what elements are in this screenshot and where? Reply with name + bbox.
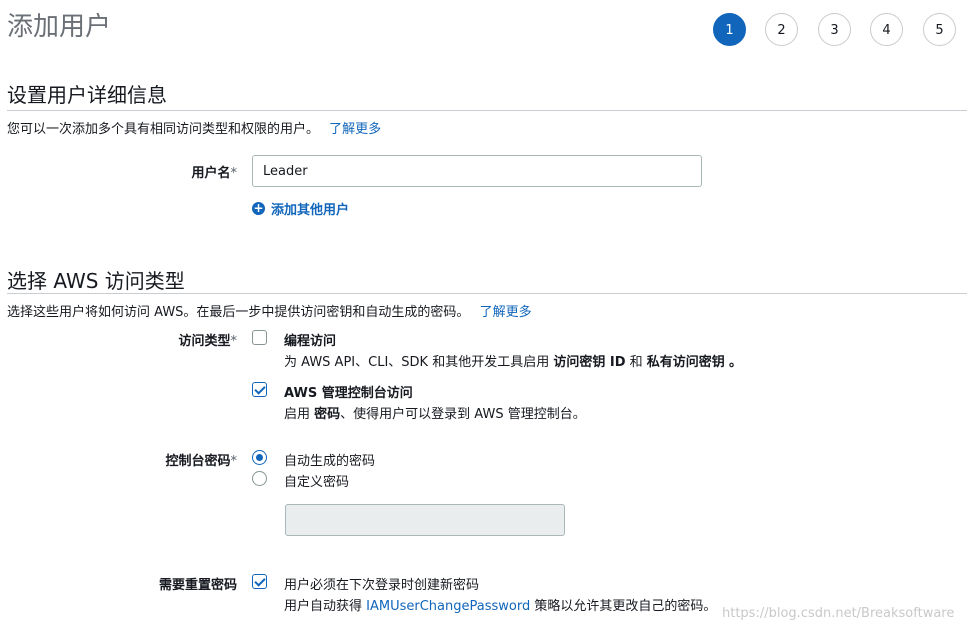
custom-password-input[interactable] [285, 504, 565, 536]
required-mark: * [230, 166, 238, 181]
plus-circle-icon: + [252, 201, 265, 215]
secret-access-key-text: 私有访问密钥 [646, 355, 725, 370]
watermark: https://blog.csdn.net/Breaksoftware [722, 606, 955, 621]
desc-text: 启用 [284, 407, 311, 422]
desc-text: 、使得用户可以登录到 AWS 管理控制台。 [340, 407, 586, 422]
description-text: 您可以一次添加多个具有相同访问类型和权限的用户。 [7, 122, 320, 137]
username-label: 用户名* [7, 162, 237, 181]
add-another-user-button[interactable]: + 添加其他用户 [252, 199, 349, 218]
auto-password-radio[interactable] [252, 450, 267, 465]
custom-password-radio[interactable] [252, 471, 267, 486]
access-type-label: 访问类型* [7, 330, 237, 349]
require-reset-description: 用户自动获得 IAMUserChangePassword 策略以允许其更改自己的… [284, 595, 716, 614]
section-divider [7, 110, 967, 111]
required-mark: * [230, 454, 238, 469]
learn-more-link[interactable]: 了解更多 [329, 122, 381, 137]
desc-text: 和 [629, 355, 643, 370]
require-reset-text: 用户必须在下次登录时创建新密码 [284, 578, 480, 593]
iam-policy-link[interactable]: IAMUserChangePassword [366, 599, 530, 614]
programmatic-access-checkbox[interactable] [252, 330, 267, 345]
programmatic-access-title: 编程访问 [284, 334, 337, 349]
access-key-id-text: 访问密钥 ID [553, 355, 626, 370]
user-details-title: 设置用户详细信息 [7, 83, 167, 107]
add-user-label: 添加其他用户 [271, 203, 350, 218]
username-input[interactable] [252, 155, 702, 187]
desc-text: 策略以允许其更改自己的密码。 [534, 599, 717, 614]
console-access-checkbox[interactable] [252, 382, 267, 397]
username-label-text: 用户名 [191, 166, 231, 181]
user-details-description: 您可以一次添加多个具有相同访问类型和权限的用户。 了解更多 [7, 118, 381, 137]
password-text: 密码 [314, 407, 341, 422]
page-title: 添加用户 [7, 12, 112, 42]
access-type-title: 选择 AWS 访问类型 [7, 269, 185, 293]
step-5[interactable]: 5 [923, 13, 956, 46]
learn-more-link[interactable]: 了解更多 [480, 305, 532, 320]
section-divider [7, 293, 967, 294]
desc-text: 用户自动获得 [284, 599, 363, 614]
step-3[interactable]: 3 [818, 13, 851, 46]
console-access-title: AWS 管理控制台访问 [284, 386, 413, 401]
step-4[interactable]: 4 [870, 13, 903, 46]
desc-text: 为 AWS API、CLI、SDK 和其他开发工具启用 [284, 355, 550, 370]
required-mark: * [230, 334, 238, 349]
access-type-description: 选择这些用户将如何访问 AWS。在最后一步中提供访问密钥和自动生成的密码。 了解… [7, 301, 532, 320]
desc-text: 。 [728, 355, 742, 370]
console-access-description: 启用 密码、使得用户可以登录到 AWS 管理控制台。 [284, 403, 586, 422]
require-reset-checkbox[interactable] [252, 574, 267, 589]
auto-password-label: 自动生成的密码 [284, 454, 376, 469]
custom-password-label: 自定义密码 [284, 475, 350, 490]
console-password-label-text: 控制台密码 [165, 454, 231, 469]
console-password-label: 控制台密码* [7, 450, 237, 469]
description-text: 选择这些用户将如何访问 AWS。在最后一步中提供访问密钥和自动生成的密码。 [7, 305, 470, 320]
access-type-label-text: 访问类型 [178, 334, 231, 349]
step-2[interactable]: 2 [765, 13, 798, 46]
step-1[interactable]: 1 [713, 13, 746, 46]
require-reset-label: 需要重置密码 [158, 578, 237, 593]
programmatic-access-description: 为 AWS API、CLI、SDK 和其他开发工具启用 访问密钥 ID 和 私有… [284, 351, 742, 370]
